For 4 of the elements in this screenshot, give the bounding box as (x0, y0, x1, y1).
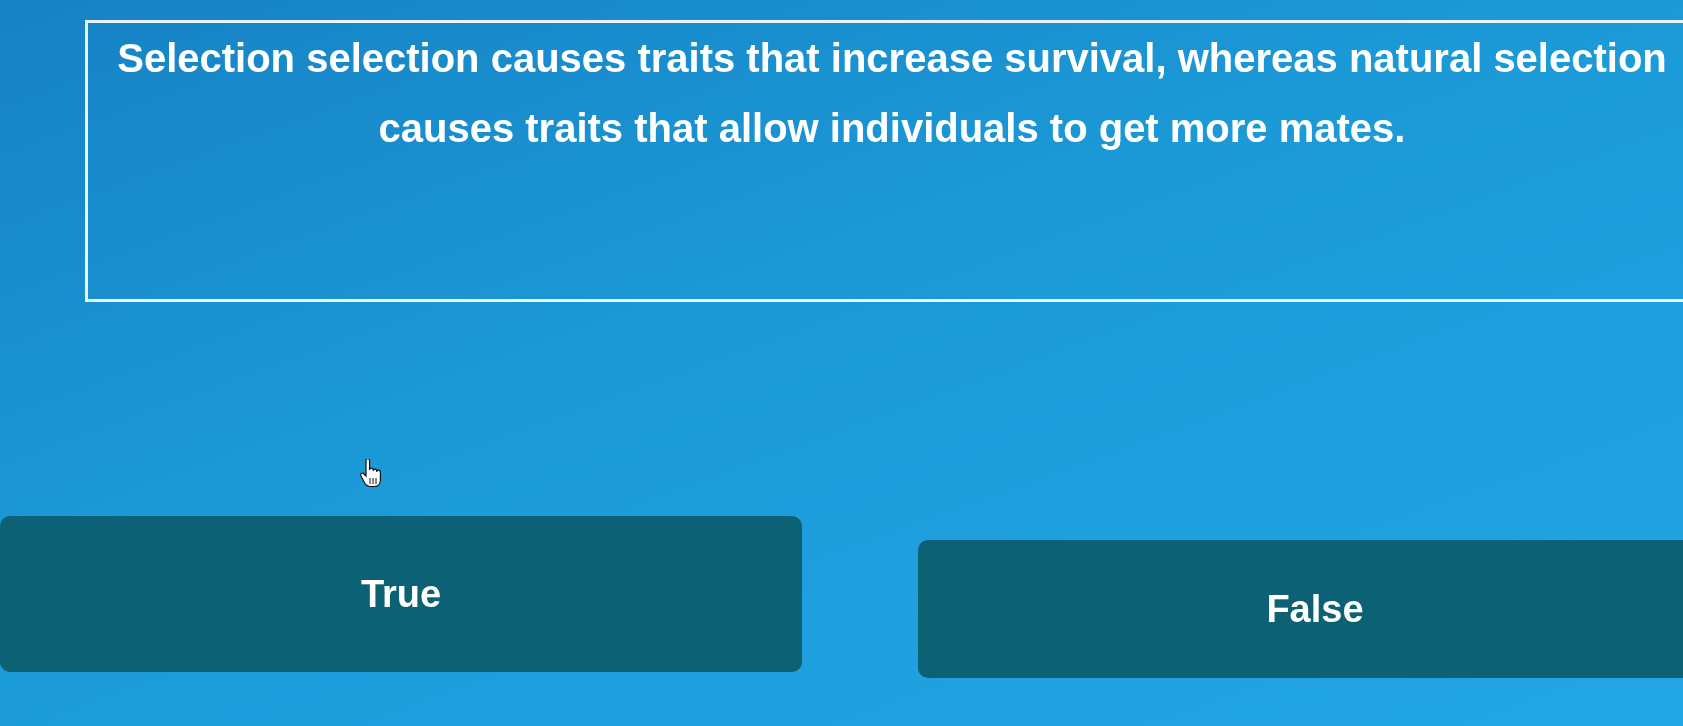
answer-button[interactable]: True (0, 516, 802, 672)
answer-button[interactable]: False (918, 540, 1683, 678)
question-text: Selection selection causes traits that increase survival, whereas natural selection causes traits that allow individuals to get more mates. (116, 35, 1668, 152)
hand-pointer-icon (360, 459, 382, 488)
